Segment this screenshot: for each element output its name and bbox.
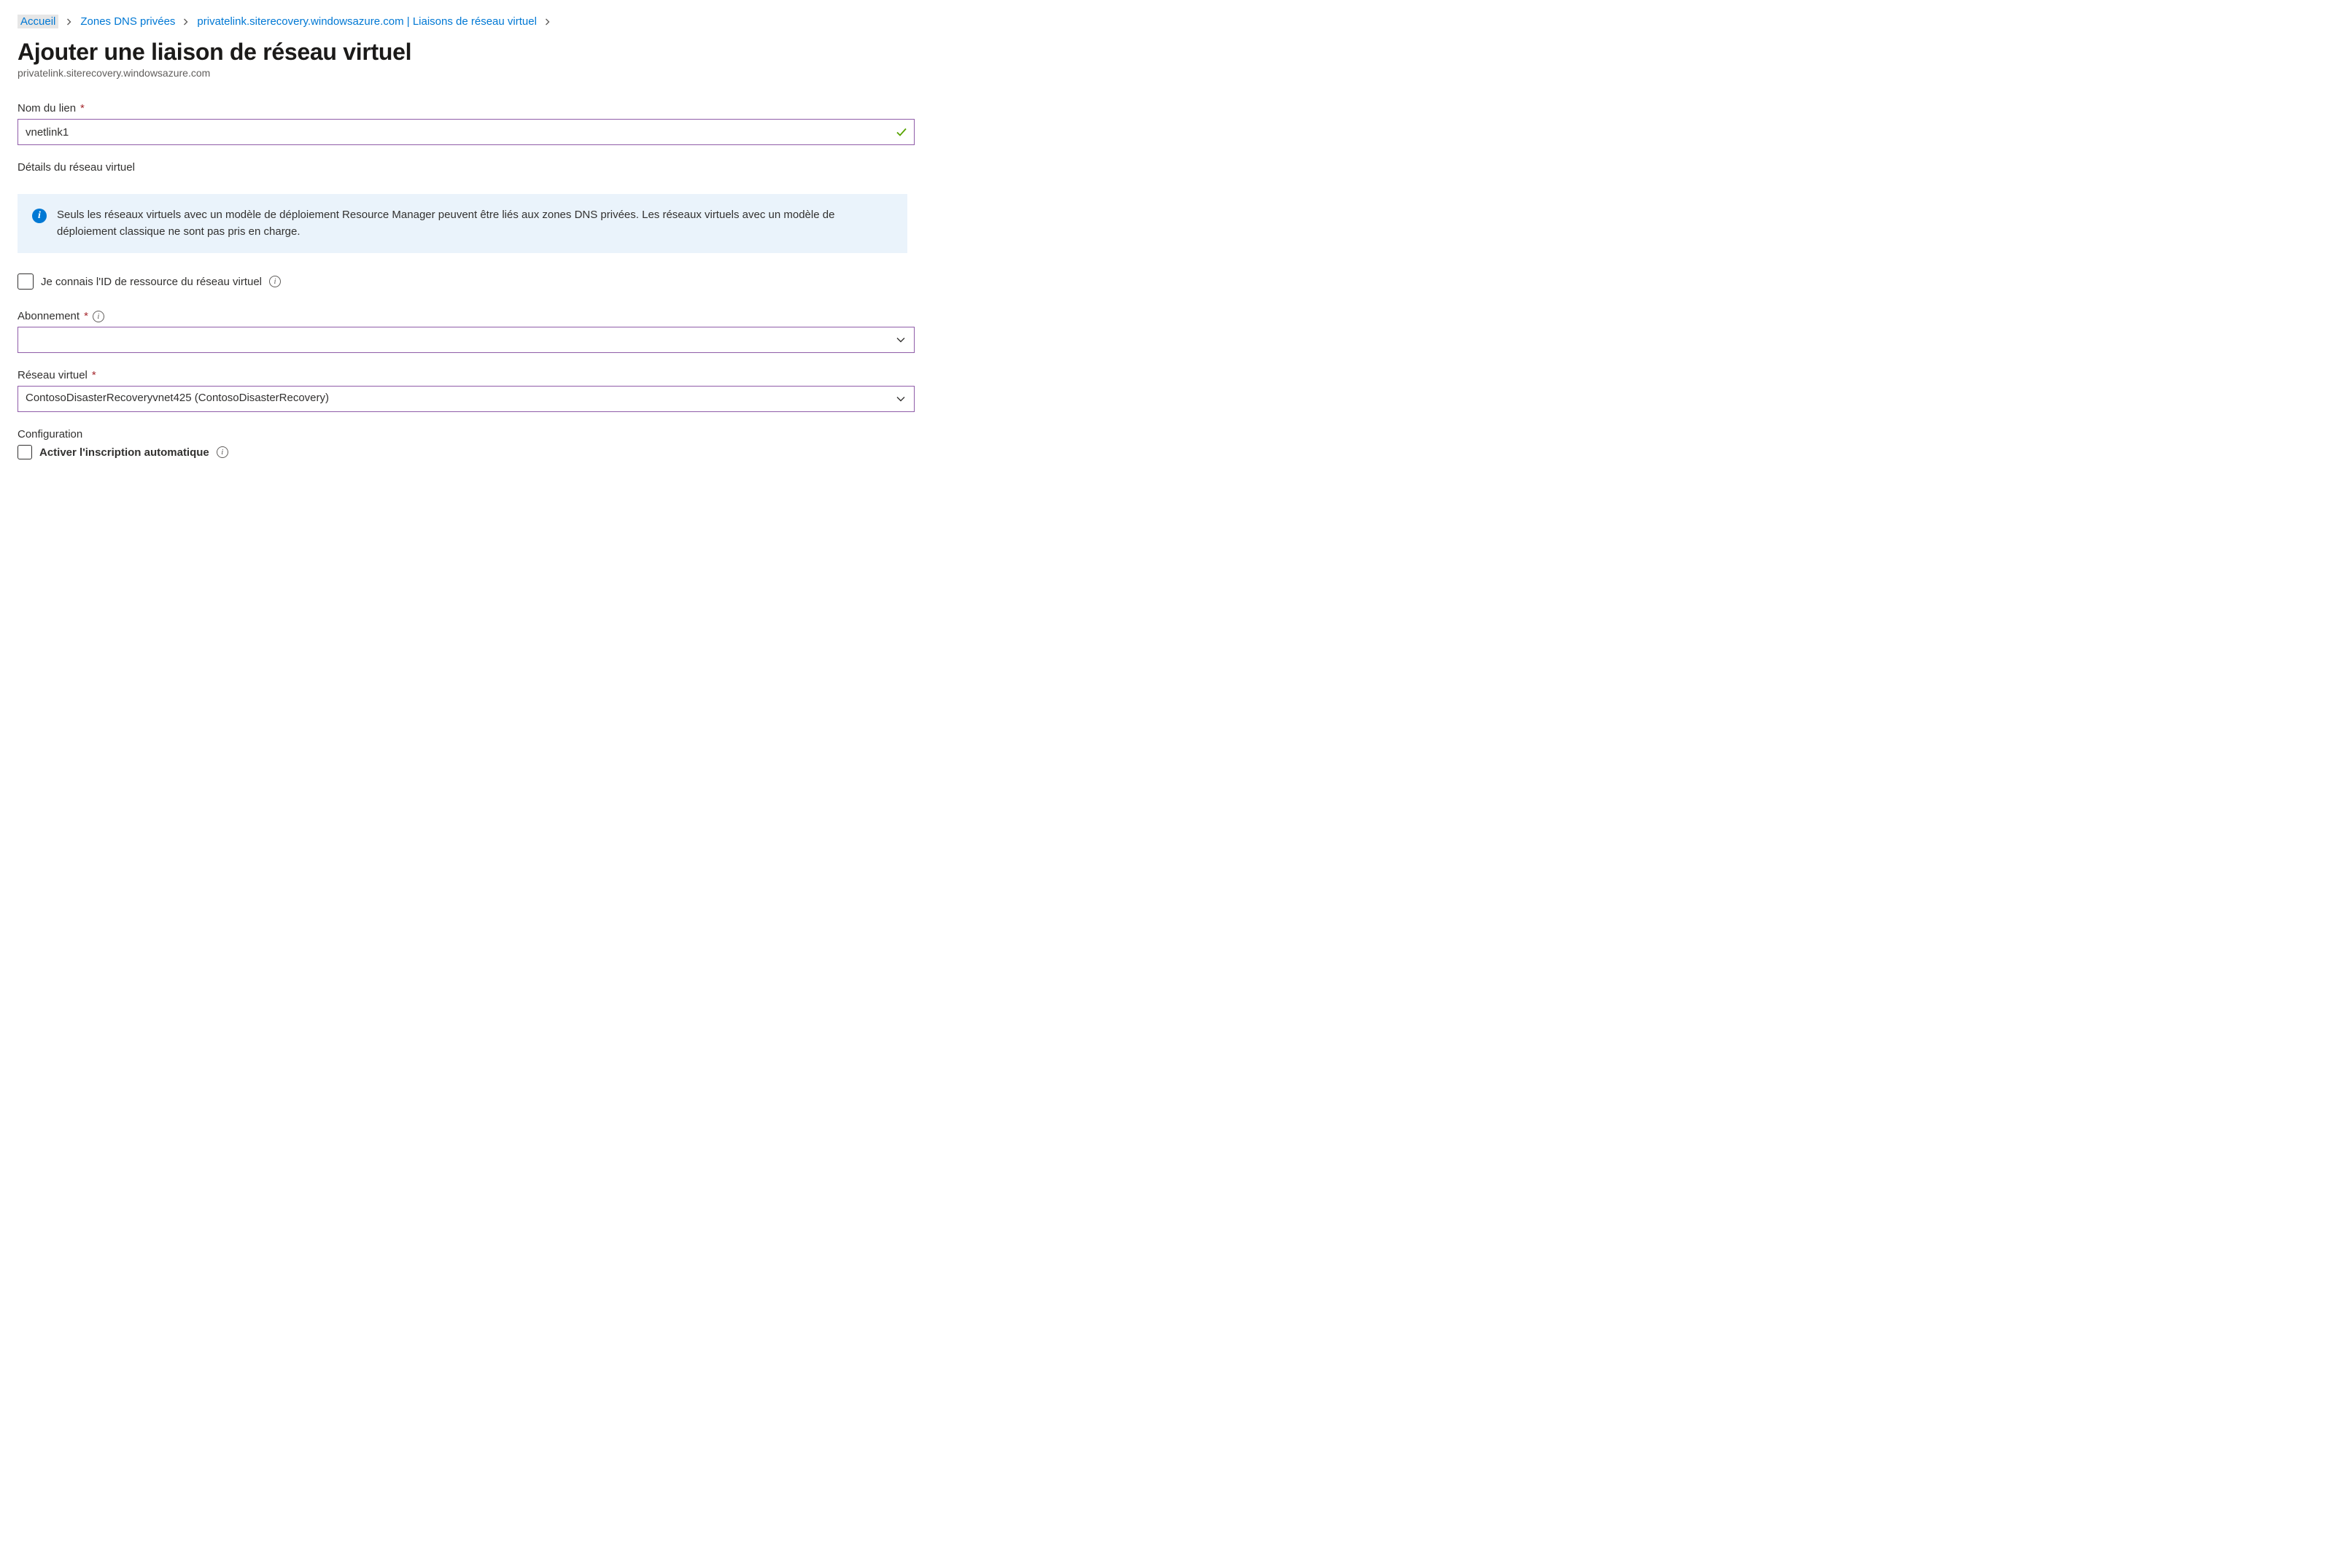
breadcrumb-home[interactable]: Accueil bbox=[18, 15, 58, 28]
page-subtitle: privatelink.siterecovery.windowsazure.co… bbox=[18, 67, 2324, 79]
configuration-heading: Configuration bbox=[18, 428, 915, 440]
chevron-right-icon bbox=[66, 18, 73, 26]
auto-registration-label: Activer l'inscription automatique bbox=[39, 446, 209, 459]
link-name-label: Nom du lien * bbox=[18, 102, 915, 115]
know-resource-id-checkbox[interactable] bbox=[18, 273, 34, 290]
info-tooltip-icon[interactable]: i bbox=[217, 446, 228, 458]
page-title: Ajouter une liaison de réseau virtuel bbox=[18, 39, 2324, 66]
subscription-label: Abonnement * i bbox=[18, 310, 915, 322]
virtual-network-select[interactable]: ContosoDisasterRecoveryvnet425 (ContosoD… bbox=[18, 386, 915, 412]
subscription-select[interactable] bbox=[18, 327, 915, 353]
checkmark-icon bbox=[896, 126, 907, 138]
info-tooltip-icon[interactable]: i bbox=[93, 311, 104, 322]
required-indicator: * bbox=[92, 369, 96, 381]
link-name-input[interactable] bbox=[18, 119, 915, 145]
info-tooltip-icon[interactable]: i bbox=[269, 276, 281, 287]
virtual-network-label: Réseau virtuel * bbox=[18, 369, 915, 381]
auto-registration-checkbox[interactable] bbox=[18, 445, 32, 459]
breadcrumb-dns-zones[interactable]: Zones DNS privées bbox=[80, 15, 175, 28]
breadcrumb: Accueil Zones DNS privées privatelink.si… bbox=[18, 15, 2324, 28]
required-indicator: * bbox=[80, 102, 85, 115]
required-indicator: * bbox=[84, 310, 88, 322]
breadcrumb-resource[interactable]: privatelink.siterecovery.windowsazure.co… bbox=[197, 15, 537, 28]
chevron-right-icon bbox=[182, 18, 190, 26]
chevron-right-icon bbox=[544, 18, 551, 26]
info-text: Seuls les réseaux virtuels avec un modèl… bbox=[57, 207, 893, 240]
info-box: i Seuls les réseaux virtuels avec un mod… bbox=[18, 194, 907, 253]
info-icon: i bbox=[32, 209, 47, 223]
vnet-details-heading: Détails du réseau virtuel bbox=[18, 161, 915, 174]
know-resource-id-label: Je connais l'ID de ressource du réseau v… bbox=[41, 276, 262, 288]
